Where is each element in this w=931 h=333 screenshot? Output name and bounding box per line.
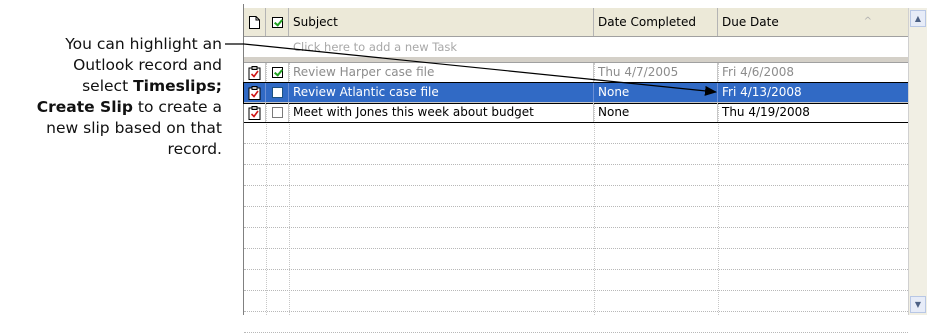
arrow-pointer <box>243 43 717 96</box>
empty-row <box>244 312 908 333</box>
annotation-arrow <box>225 43 717 96</box>
